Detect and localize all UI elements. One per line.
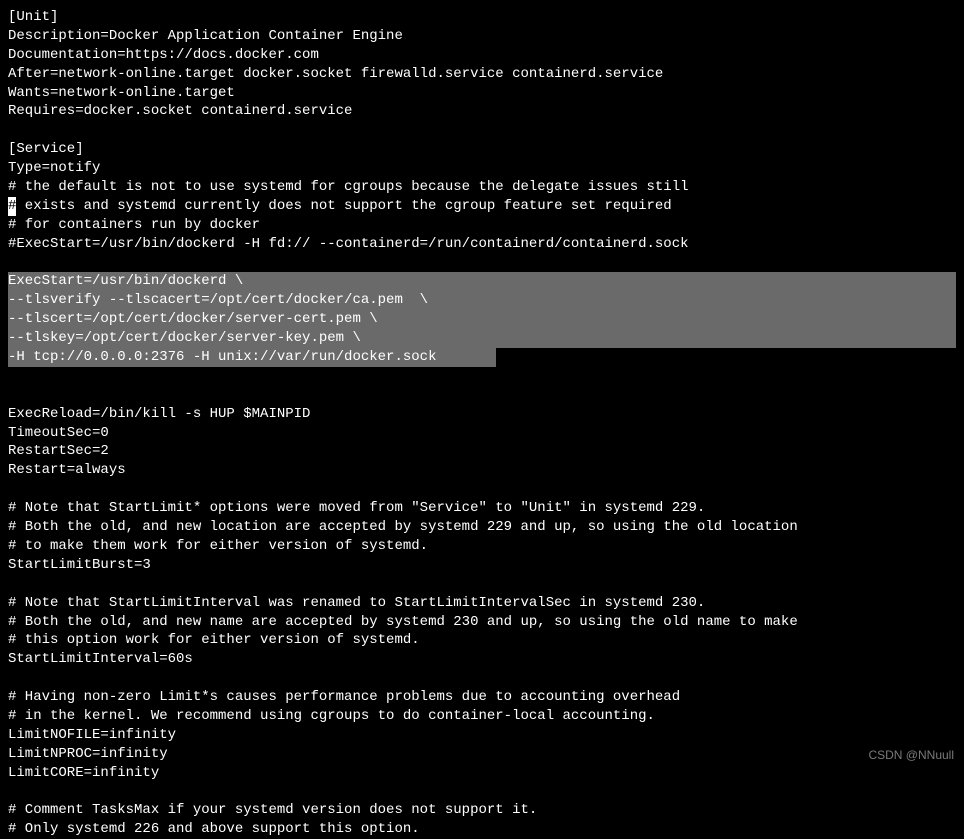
highlighted-line: --tlskey=/opt/cert/docker/server-key.pem… — [8, 329, 956, 348]
config-line: # Comment TasksMax if your systemd versi… — [8, 801, 956, 820]
config-line: After=network-online.target docker.socke… — [8, 65, 956, 84]
config-line: Wants=network-online.target — [8, 84, 956, 103]
config-line — [8, 783, 956, 802]
selection: ExecStart=/usr/bin/dockerd \ — [8, 272, 956, 291]
selection: --tlscert=/opt/cert/docker/server-cert.p… — [8, 310, 956, 329]
watermark: CSDN @NNuull — [868, 747, 954, 763]
config-line: [Unit] — [8, 8, 956, 27]
highlighted-line: ExecStart=/usr/bin/dockerd \ — [8, 272, 956, 291]
config-line: # in the kernel. We recommend using cgro… — [8, 707, 956, 726]
config-line: RestartSec=2 — [8, 442, 956, 461]
config-line — [8, 254, 956, 273]
config-line: Documentation=https://docs.docker.com — [8, 46, 956, 65]
config-line: Description=Docker Application Container… — [8, 27, 956, 46]
config-line: LimitNOFILE=infinity — [8, 726, 956, 745]
selection: --tlsverify --tlscacert=/opt/cert/docker… — [8, 291, 956, 310]
config-line: # Note that StartLimit* options were mov… — [8, 499, 956, 518]
config-line: Requires=docker.socket containerd.servic… — [8, 102, 956, 121]
config-line: # Both the old, and new location are acc… — [8, 518, 956, 537]
config-line: # the default is not to use systemd for … — [8, 178, 956, 197]
config-line: # Note that StartLimitInterval was renam… — [8, 594, 956, 613]
selection: -H tcp://0.0.0.0:2376 -H unix://var/run/… — [8, 348, 496, 367]
config-line: [Service] — [8, 140, 956, 159]
config-line: # to make them work for either version o… — [8, 537, 956, 556]
config-line — [8, 121, 956, 140]
config-line: LimitNPROC=infinity — [8, 745, 956, 764]
config-line: Restart=always — [8, 461, 956, 480]
config-line: #ExecStart=/usr/bin/dockerd -H fd:// --c… — [8, 235, 956, 254]
config-line: # Only systemd 226 and above support thi… — [8, 820, 956, 839]
config-line: # this option work for either version of… — [8, 631, 956, 650]
config-line — [8, 480, 956, 499]
config-line — [8, 386, 956, 405]
config-line: # Having non-zero Limit*s causes perform… — [8, 688, 956, 707]
config-line: Type=notify — [8, 159, 956, 178]
config-line — [8, 575, 956, 594]
highlighted-line: --tlsverify --tlscacert=/opt/cert/docker… — [8, 291, 956, 310]
config-line: # Both the old, and new name are accepte… — [8, 613, 956, 632]
selection: --tlskey=/opt/cert/docker/server-key.pem… — [8, 329, 956, 348]
config-line: TimeoutSec=0 — [8, 424, 956, 443]
highlighted-line: -H tcp://0.0.0.0:2376 -H unix://var/run/… — [8, 348, 956, 367]
config-text: exists and systemd currently does not su… — [16, 198, 671, 214]
config-line: StartLimitBurst=3 — [8, 556, 956, 575]
config-line: LimitCORE=infinity — [8, 764, 956, 783]
config-line: StartLimitInterval=60s — [8, 650, 956, 669]
config-line — [8, 367, 956, 386]
config-line: # exists and systemd currently does not … — [8, 197, 956, 216]
highlighted-line: --tlscert=/opt/cert/docker/server-cert.p… — [8, 310, 956, 329]
config-line: ExecReload=/bin/kill -s HUP $MAINPID — [8, 405, 956, 424]
config-line: # for containers run by docker — [8, 216, 956, 235]
config-line — [8, 669, 956, 688]
